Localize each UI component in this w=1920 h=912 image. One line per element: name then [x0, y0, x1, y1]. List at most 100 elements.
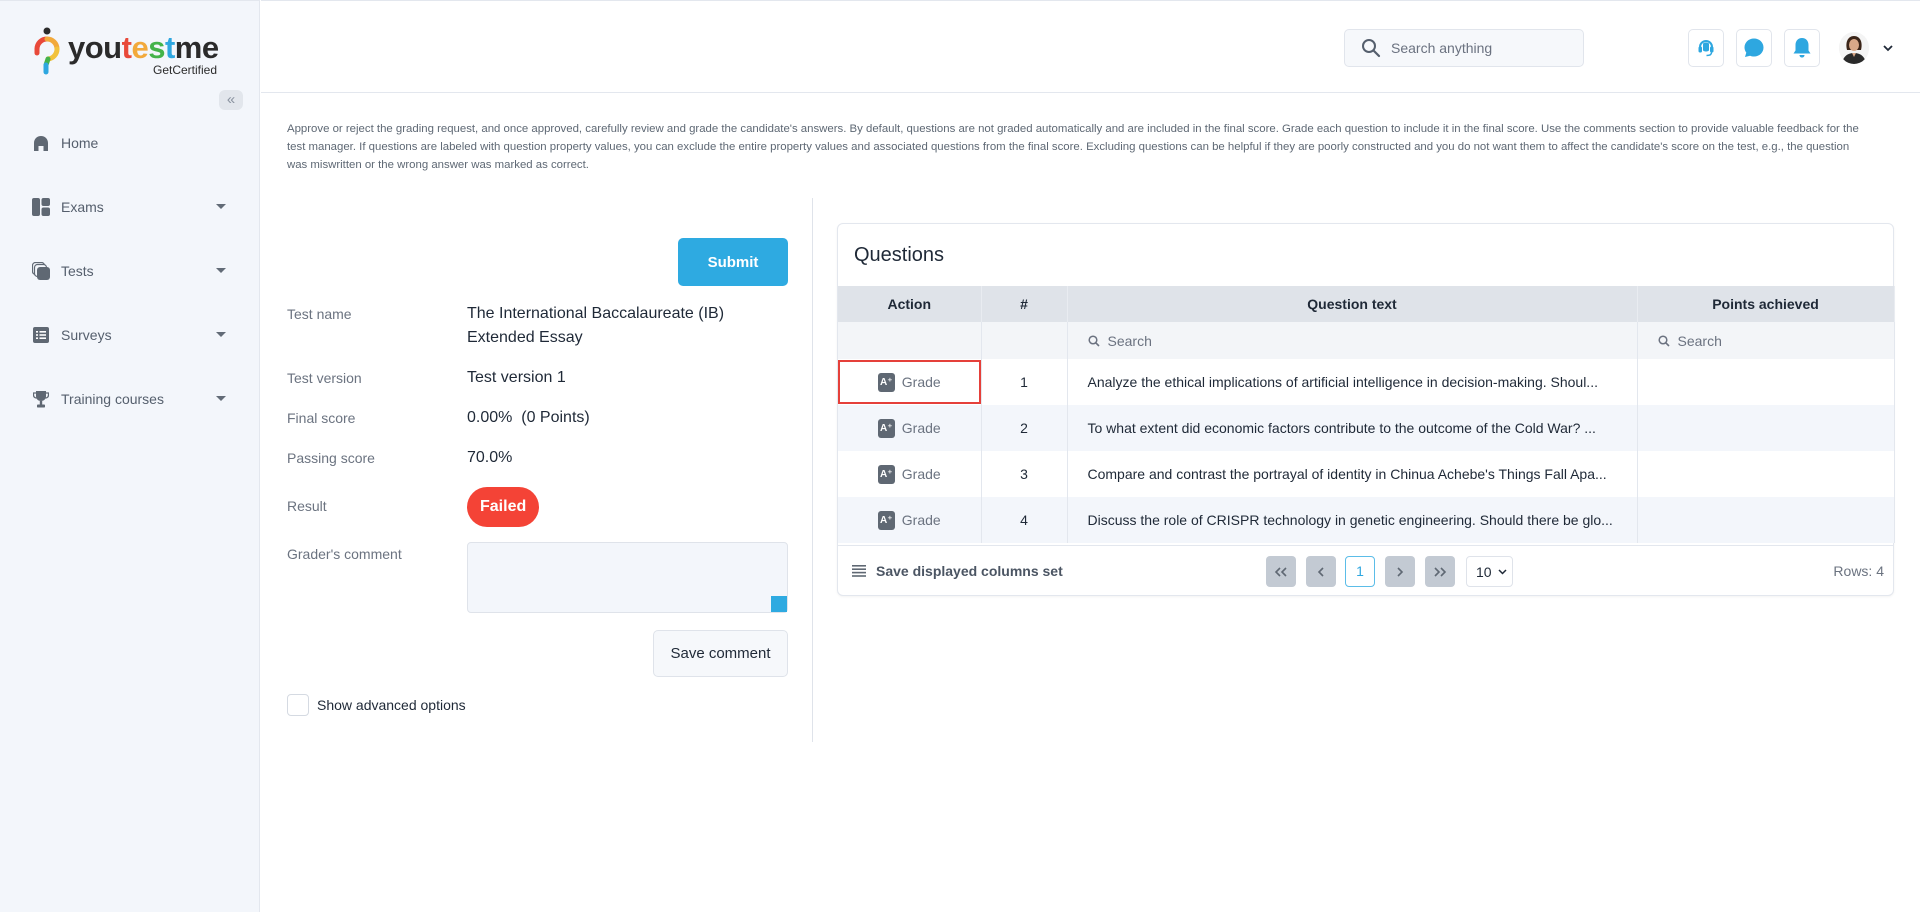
- grade-button[interactable]: A⁺ Grade: [838, 360, 981, 404]
- logo-mark-icon: [34, 27, 60, 75]
- sidebar-item-training-courses[interactable]: Training courses: [0, 367, 260, 431]
- grade-icon: A⁺: [877, 510, 895, 530]
- points-achieved: [1637, 405, 1895, 451]
- points-achieved: [1637, 451, 1895, 497]
- save-comment-button[interactable]: Save comment: [653, 630, 788, 677]
- double-chevron-right-icon: [1434, 566, 1447, 577]
- last-page-button[interactable]: [1425, 556, 1455, 587]
- grade-button[interactable]: A⁺ Grade: [838, 406, 981, 450]
- column-header-points-achieved[interactable]: Points achieved: [1637, 286, 1895, 322]
- final-score-value: 0.00% (0 Points): [467, 409, 590, 426]
- test-name-value: The International Baccalaureate (IB) Ext…: [467, 302, 724, 350]
- table-filter-row: [838, 322, 1895, 359]
- questions-table: Action # Question text Points achieved S…: [838, 286, 1895, 543]
- action-cell: A⁺ Grade: [838, 497, 982, 543]
- sidebar-item-surveys[interactable]: Surveys: [0, 303, 260, 367]
- chevron-down-icon: [216, 396, 226, 401]
- submit-button[interactable]: Submit: [678, 238, 788, 286]
- filter-cell-empty: [838, 322, 982, 359]
- page-size-value: 10: [1476, 563, 1492, 580]
- chevron-down-icon[interactable]: [1882, 43, 1894, 53]
- action-cell: A⁺ Grade: [838, 405, 982, 451]
- messages-button[interactable]: [1736, 29, 1772, 67]
- sidebar: youtestme GetCertified « Home Exams Test…: [0, 0, 260, 912]
- current-page-button[interactable]: 1: [1345, 556, 1375, 587]
- headset-icon: [1698, 40, 1714, 57]
- next-page-button[interactable]: [1385, 556, 1415, 587]
- logo[interactable]: youtestme GetCertified: [34, 27, 234, 79]
- test-version-label: Test version: [287, 370, 362, 386]
- filter-cell-question-text: [1067, 322, 1638, 359]
- grade-button[interactable]: A⁺ Grade: [838, 452, 981, 496]
- grade-button[interactable]: A⁺ Grade: [838, 498, 981, 542]
- points-achieved: [1637, 497, 1895, 543]
- graders-comment-textarea[interactable]: [467, 542, 788, 613]
- test-name-line: Extended Essay: [467, 329, 583, 346]
- points-filter-input[interactable]: [1677, 332, 1878, 349]
- collapse-sidebar-button[interactable]: «: [219, 90, 243, 110]
- chevron-down-icon: [1498, 568, 1507, 575]
- question-text-filter-input[interactable]: [1107, 332, 1308, 349]
- support-button[interactable]: [1688, 29, 1724, 67]
- grade-label: Grade: [901, 466, 941, 482]
- question-text: Analyze the ethical implications of arti…: [1067, 359, 1638, 405]
- question-text-filter[interactable]: [1068, 332, 1637, 349]
- page-description: Approve or reject the grading request, a…: [287, 123, 1859, 171]
- search-icon: [1657, 334, 1670, 347]
- trophy-icon: [32, 390, 50, 408]
- tests-icon: [32, 262, 50, 280]
- sidebar-item-label: Training courses: [61, 391, 164, 407]
- filter-cell-empty: [981, 322, 1068, 359]
- table-header-row: Action # Question text Points achieved: [838, 286, 1895, 322]
- previous-page-button[interactable]: [1306, 556, 1336, 587]
- show-advanced-options-checkbox[interactable]: [287, 694, 309, 716]
- double-chevron-left-icon: [1274, 566, 1287, 577]
- table-row: A⁺ Grade 4 Discuss the role of CRISPR te…: [838, 497, 1895, 543]
- show-advanced-options-label[interactable]: Show advanced options: [317, 697, 466, 713]
- sidebar-item-label: Exams: [61, 199, 104, 215]
- sidebar-item-label: Surveys: [61, 327, 112, 343]
- chevron-down-icon: [216, 204, 226, 209]
- global-search-input[interactable]: [1391, 40, 1571, 56]
- question-number: 3: [981, 451, 1068, 497]
- filter-cell-points: [1637, 322, 1895, 359]
- grade-icon: A⁺: [877, 418, 895, 438]
- notifications-button[interactable]: [1784, 29, 1820, 67]
- search-icon: [1087, 334, 1100, 347]
- save-columns-label: Save displayed columns set: [876, 563, 1063, 579]
- logo-wordmark: youtestme: [68, 30, 219, 65]
- textarea-resize-handle[interactable]: [771, 596, 787, 612]
- question-number: 1: [981, 359, 1068, 405]
- column-header-number[interactable]: #: [981, 286, 1068, 322]
- test-name-line: The International Baccalaureate (IB): [467, 305, 725, 322]
- chevron-down-icon: [216, 268, 226, 273]
- table-footer: Save displayed columns set 1 10 Rows: 4: [838, 545, 1894, 595]
- first-page-button[interactable]: [1266, 556, 1296, 587]
- panel-divider: [812, 198, 813, 742]
- graders-comment-label: Grader's comment: [287, 546, 402, 562]
- result-status-badge: Failed: [467, 487, 540, 527]
- column-header-action[interactable]: Action: [838, 286, 982, 322]
- points-achieved: [1637, 359, 1895, 405]
- surveys-icon: [32, 326, 50, 344]
- avatar[interactable]: [1839, 32, 1869, 64]
- passing-score-label: Passing score: [287, 450, 375, 466]
- questions-card: Questions Action # Question text Points …: [837, 223, 1895, 596]
- sidebar-item-tests[interactable]: Tests: [0, 239, 260, 303]
- chevron-left-icon: [1317, 566, 1324, 577]
- sidebar-item-home[interactable]: Home: [0, 111, 260, 175]
- sidebar-item-exams[interactable]: Exams: [0, 175, 260, 239]
- page-size-select[interactable]: 10: [1466, 556, 1513, 587]
- save-columns-button[interactable]: Save displayed columns set: [852, 563, 1063, 579]
- final-score-label: Final score: [287, 410, 356, 426]
- list-icon: [852, 565, 866, 577]
- test-version-value: Test version 1: [467, 369, 566, 386]
- question-text: Discuss the role of CRISPR technology in…: [1067, 497, 1638, 543]
- chevron-right-icon: [1397, 566, 1404, 577]
- table-row: A⁺ Grade 3 Compare and contrast the port…: [838, 451, 1895, 497]
- column-header-question-text[interactable]: Question text: [1067, 286, 1638, 322]
- global-search[interactable]: [1344, 29, 1584, 67]
- search-icon: [1362, 39, 1381, 58]
- grade-icon: A⁺: [877, 372, 895, 392]
- points-filter[interactable]: [1638, 332, 1894, 349]
